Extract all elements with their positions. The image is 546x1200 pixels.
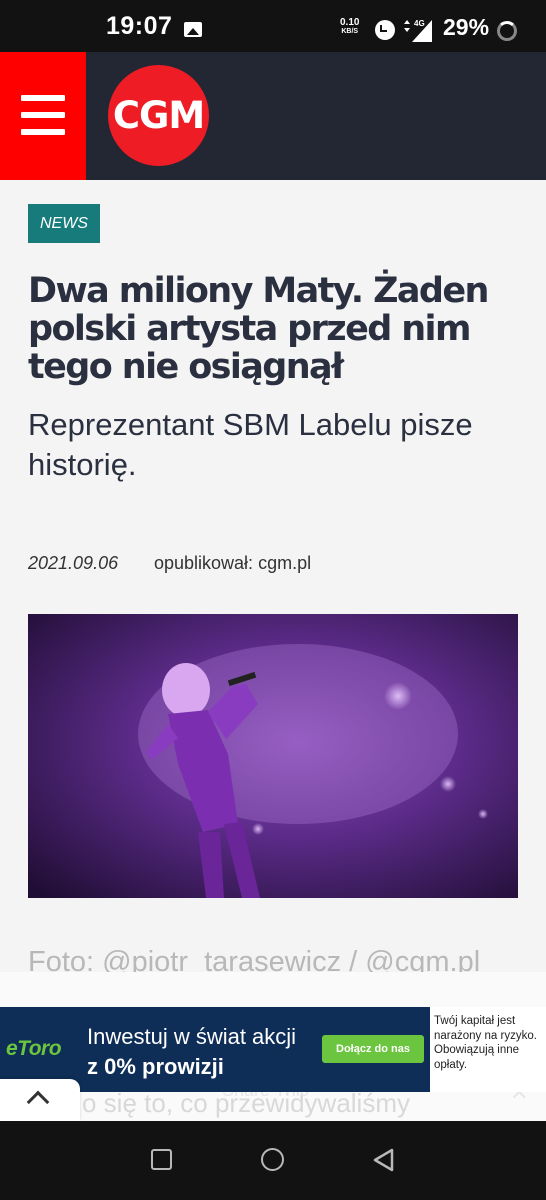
category-badge[interactable]: NEWS — [28, 204, 100, 243]
author-line: opublikował: cgm.pl — [154, 553, 312, 573]
home-circle-icon[interactable] — [261, 1148, 284, 1171]
menu-line — [21, 112, 65, 118]
signal-icon: 4G — [404, 19, 432, 42]
system-nav-bar — [0, 1121, 546, 1200]
status-bar: 19:07 0.10 KB/S 4G 29% — [0, 0, 546, 52]
article-title: Dwa miliony Maty. Żaden polski artysta p… — [28, 271, 489, 387]
battery-percent: 29% — [443, 14, 490, 40]
hamburger-menu-icon[interactable] — [0, 52, 86, 180]
battery-ring-icon — [497, 21, 517, 41]
screen: 19:07 0.10 KB/S 4G 29% CGM NEWS Dwa mili… — [0, 0, 546, 1200]
menu-line — [21, 95, 65, 101]
article-photo[interactable] — [28, 614, 518, 898]
back-triangle-icon[interactable] — [372, 1148, 396, 1172]
article-subtitle: Reprezentant SBM Labelu pisze historię. — [28, 407, 473, 482]
gallery-icon — [184, 22, 202, 37]
network-type: 4G — [414, 19, 425, 28]
chevron-up-icon — [26, 1090, 50, 1114]
alarm-icon — [375, 20, 395, 40]
ad-cta-button[interactable]: Dołącz do nas — [322, 1035, 424, 1063]
cgm-logo[interactable]: CGM — [108, 65, 209, 166]
data-arrows-icon — [404, 20, 410, 32]
etoro-logo: eToro — [6, 1037, 62, 1060]
stage-photo-image — [28, 614, 518, 898]
ad-disclaimer: Twój kapitał jest narażony na ryzyko. Ob… — [434, 1015, 537, 1071]
network-speed: 0.10 KB/S — [340, 18, 359, 36]
advert-banner[interactable]: eToro Inwestuj w świat akcji z 0% prowiz… — [0, 1007, 546, 1092]
site-header: CGM — [0, 52, 546, 180]
network-speed-unit: KB/S — [341, 28, 359, 35]
collapse-ad-button[interactable] — [0, 1079, 80, 1121]
menu-line — [21, 129, 65, 135]
recents-square-icon[interactable] — [151, 1149, 172, 1170]
status-time: 19:07 — [106, 12, 173, 40]
ad-headline-1: Inwestuj w świat akcji — [87, 1024, 297, 1049]
publish-date: 2021.09.06 — [28, 553, 119, 573]
network-speed-value: 0.10 — [340, 17, 360, 28]
ad-headline-2: z 0% prowizji — [87, 1054, 224, 1079]
